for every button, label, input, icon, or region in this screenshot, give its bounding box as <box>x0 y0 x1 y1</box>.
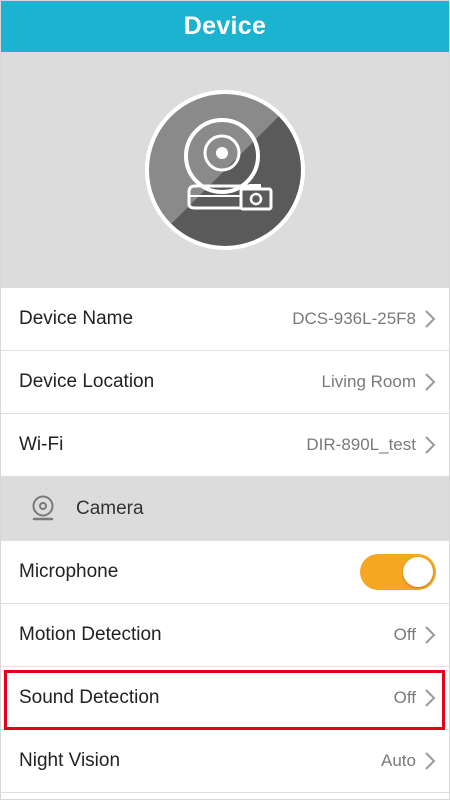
night-vision-label: Night Vision <box>19 750 121 771</box>
chevron-right-icon <box>425 752 436 770</box>
night-vision-row[interactable]: Night Vision Auto <box>0 730 450 793</box>
chevron-right-icon <box>425 310 436 328</box>
microphone-row: Microphone <box>0 541 450 604</box>
night-vision-value: Auto <box>381 751 416 770</box>
device-image-area <box>0 52 450 288</box>
device-location-value: Living Room <box>321 372 417 391</box>
microphone-toggle[interactable] <box>360 554 436 590</box>
camera-device-icon <box>145 90 305 250</box>
toggle-knob <box>403 557 433 587</box>
camera-icon <box>32 495 54 520</box>
motion-detection-row[interactable]: Motion Detection Off <box>0 604 450 667</box>
device-location-label: Device Location <box>19 371 155 392</box>
wifi-row[interactable]: Wi-Fi DIR-890L_test <box>0 414 450 477</box>
sound-detection-row[interactable]: Sound Detection Off <box>0 667 450 730</box>
app-header: Device <box>0 0 450 52</box>
wifi-value: DIR-890L_test <box>306 435 416 454</box>
camera-section-header: Camera <box>0 477 450 541</box>
camera-section-label: Camera <box>76 497 144 519</box>
chevron-right-icon <box>425 436 436 454</box>
sound-detection-label: Sound Detection <box>19 687 160 708</box>
wifi-label: Wi-Fi <box>19 434 64 455</box>
microphone-label: Microphone <box>19 561 119 582</box>
motion-detection-label: Motion Detection <box>19 624 162 645</box>
sound-detection-value: Off <box>393 688 416 707</box>
chevron-right-icon <box>425 373 436 391</box>
device-location-row[interactable]: Device Location Living Room <box>0 351 450 414</box>
chevron-right-icon <box>425 689 436 707</box>
device-name-label: Device Name <box>19 308 134 329</box>
page-title: Device <box>183 11 267 40</box>
motion-detection-value: Off <box>393 625 416 644</box>
chevron-right-icon <box>425 626 436 644</box>
device-name-row[interactable]: Device Name DCS-936L-25F8 <box>0 288 450 351</box>
device-name-value: DCS-936L-25F8 <box>292 309 416 328</box>
